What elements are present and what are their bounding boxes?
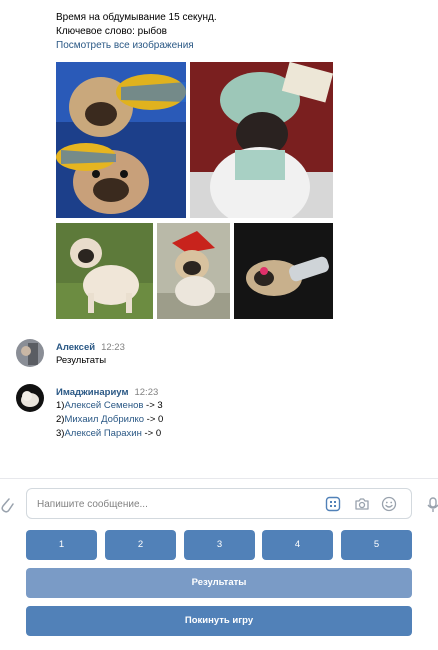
author-name[interactable]: Имаджинариум — [56, 387, 128, 398]
result-line-1: 1)Алексей Семенов -> 3 — [56, 399, 163, 413]
result-line-3: 3)Алексей Парахин -> 0 — [56, 427, 161, 441]
avatar-alexey[interactable] — [16, 339, 44, 367]
player-name-link[interactable]: Алексей Парахин — [64, 428, 141, 439]
microphone-icon[interactable] — [426, 496, 438, 514]
message-time[interactable]: 12:23 — [101, 342, 125, 353]
message-time[interactable]: 12:23 — [134, 387, 158, 398]
result-line-2: 2)Михаил Добрилко -> 0 — [56, 413, 163, 427]
bot-message: Время на обдумывание 15 секунд. Ключевое… — [56, 11, 217, 53]
message-text: Результаты — [56, 355, 107, 366]
answer-button-4[interactable]: 4 — [262, 530, 333, 560]
pug-fish-image[interactable] — [56, 62, 186, 218]
think-time-text: Время на обдумывание 15 секунд. — [56, 12, 217, 23]
answer-button-1[interactable]: 1 — [26, 530, 97, 560]
pug-doctor-image[interactable] — [190, 62, 333, 218]
leave-game-button[interactable]: Покинуть игру — [26, 606, 412, 636]
avatar-imaginarium[interactable] — [16, 384, 44, 412]
keyword-text: Ключевое слово: рыбов — [56, 26, 167, 37]
message-header-alexey: Алексей 12:23 — [56, 342, 125, 353]
smile-icon[interactable] — [381, 496, 397, 512]
view-all-images-link[interactable]: Посмотреть все изображения — [56, 39, 217, 53]
player-name-link[interactable]: Алексей Семенов — [64, 400, 143, 411]
message-input[interactable] — [37, 495, 317, 513]
paperclip-icon[interactable] — [0, 496, 14, 514]
result-score: -> 0 — [141, 428, 162, 439]
pug-costume-image[interactable] — [157, 223, 230, 319]
answer-button-5[interactable]: 5 — [341, 530, 412, 560]
pug-grass-image[interactable] — [56, 223, 153, 319]
result-score: -> 3 — [143, 400, 163, 411]
message-header-imaginarium: Имаджинариум 12:23 — [56, 387, 158, 398]
player-name-link[interactable]: Михаил Добрилко — [64, 414, 144, 425]
camera-icon[interactable] — [354, 496, 370, 512]
pug-bottle-image[interactable] — [234, 223, 333, 319]
answer-button-3[interactable]: 3 — [184, 530, 255, 560]
answer-button-2[interactable]: 2 — [105, 530, 176, 560]
author-name[interactable]: Алексей — [56, 342, 95, 353]
result-score: -> 0 — [144, 414, 164, 425]
message-input-box[interactable] — [26, 488, 412, 519]
keyboard-icon[interactable] — [325, 496, 341, 512]
results-button[interactable]: Результаты — [26, 568, 412, 598]
